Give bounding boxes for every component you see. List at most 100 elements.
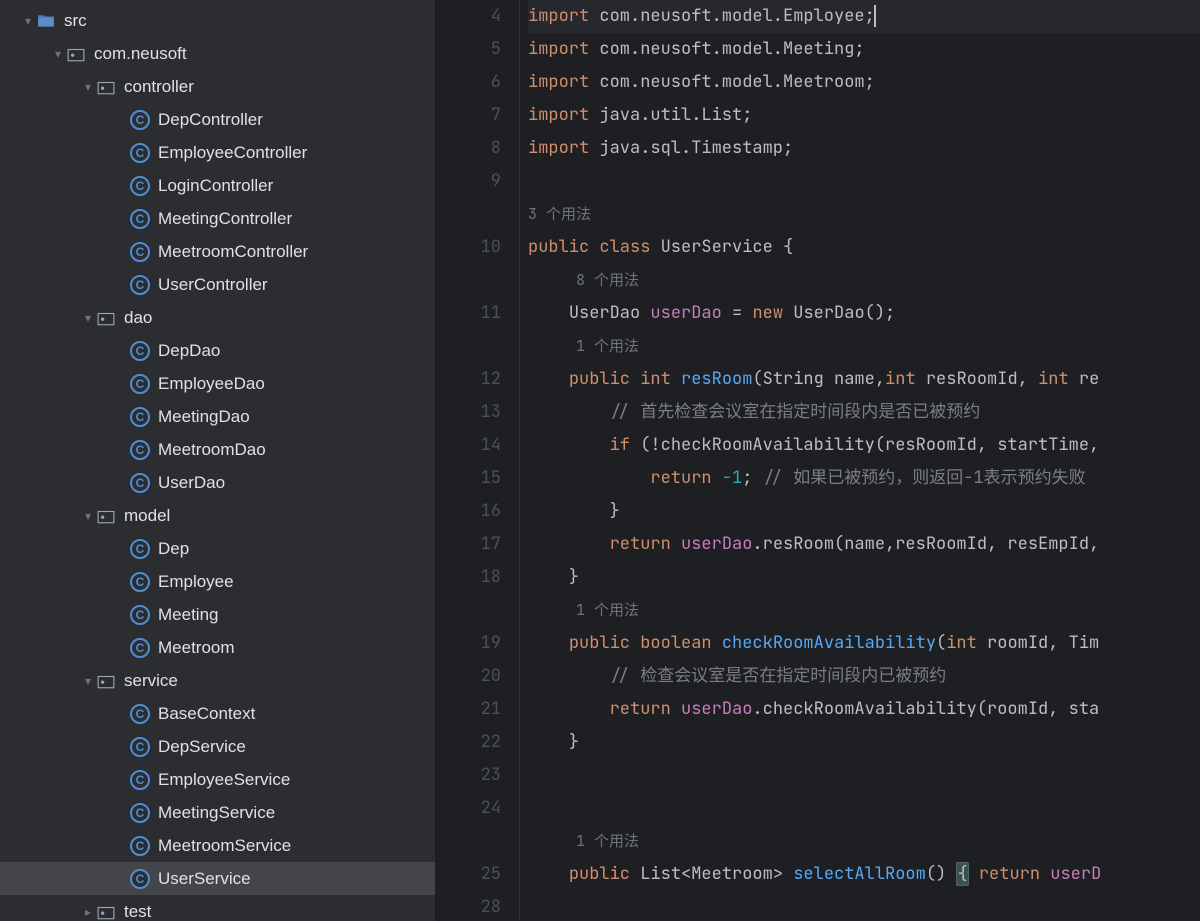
- tree-package-model[interactable]: ▾ model: [0, 499, 435, 532]
- tree-class-meetingdao[interactable]: CMeetingDao: [0, 400, 435, 433]
- line-number: 7: [435, 99, 501, 132]
- class-icon: C: [130, 341, 150, 361]
- chevron-down-icon: ▾: [80, 80, 96, 94]
- package-icon: [66, 44, 86, 64]
- class-icon: C: [130, 242, 150, 262]
- tree-package-root[interactable]: ▾ com.neusoft: [0, 37, 435, 70]
- chevron-down-icon: ▾: [80, 509, 96, 523]
- tree-class-meetroomservice[interactable]: CMeetroomService: [0, 829, 435, 862]
- line-number: 9: [435, 165, 501, 198]
- code-line[interactable]: [528, 165, 1200, 198]
- code-line[interactable]: import java.sql.Timestamp;: [528, 132, 1200, 165]
- line-number: 16: [435, 495, 501, 528]
- line-number: 14: [435, 429, 501, 462]
- code-line[interactable]: }: [528, 561, 1200, 594]
- usage-hint[interactable]: 3 个用法: [528, 198, 1200, 231]
- code-line[interactable]: UserDao userDao = new UserDao();: [528, 297, 1200, 330]
- usage-hint[interactable]: 8 个用法: [528, 264, 1200, 297]
- usage-hint[interactable]: 1 个用法: [528, 330, 1200, 363]
- tree-package-controller[interactable]: ▾ controller: [0, 70, 435, 103]
- tree-class-employeeservice[interactable]: CEmployeeService: [0, 763, 435, 796]
- code-line[interactable]: public boolean checkRoomAvailability(int…: [528, 627, 1200, 660]
- tree-class-depdao[interactable]: C DepDao: [0, 334, 435, 367]
- tree-class-userdao[interactable]: CUserDao: [0, 466, 435, 499]
- code-line[interactable]: import com.neusoft.model.Meetroom;: [528, 66, 1200, 99]
- code-line[interactable]: public int resRoom(String name,int resRo…: [528, 363, 1200, 396]
- code-line[interactable]: import com.neusoft.model.Employee;: [528, 0, 1200, 33]
- code-line[interactable]: }: [528, 495, 1200, 528]
- code-line[interactable]: return -1; // 如果已被预约，则返回-1表示预约失败: [528, 462, 1200, 495]
- code-line[interactable]: return userDao.resRoom(name,resRoomId, r…: [528, 528, 1200, 561]
- folder-icon: [36, 11, 56, 31]
- project-tree[interactable]: ▾ src ▾ com.neusoft ▾ controller CDepCon…: [0, 0, 435, 921]
- line-number: 19: [435, 627, 501, 660]
- tree-label: controller: [124, 77, 194, 97]
- tree-class-meetroom[interactable]: CMeetroom: [0, 631, 435, 664]
- chevron-down-icon: ▾: [50, 47, 66, 61]
- tree-class-logincontroller[interactable]: CLoginController: [0, 169, 435, 202]
- code-line[interactable]: [528, 792, 1200, 825]
- code-line[interactable]: import java.util.List;: [528, 99, 1200, 132]
- tree-label: DepService: [158, 737, 246, 757]
- tree-class-meeting[interactable]: CMeeting: [0, 598, 435, 631]
- line-number: 23: [435, 759, 501, 792]
- code-line[interactable]: }: [528, 726, 1200, 759]
- chevron-down-icon: ▾: [20, 14, 36, 28]
- tree-package-test[interactable]: ▸ test: [0, 895, 435, 921]
- tree-class-depservice[interactable]: CDepService: [0, 730, 435, 763]
- code-editor[interactable]: 4 5 6 7 8 9 10 11 12 13 14 15 16 17 18 1…: [435, 0, 1200, 921]
- code-line[interactable]: if (!checkRoomAvailability(resRoomId, st…: [528, 429, 1200, 462]
- tree-class-userservice[interactable]: CUserService: [0, 862, 435, 895]
- tree-class-employeecontroller[interactable]: CEmployeeController: [0, 136, 435, 169]
- chevron-down-icon: ▾: [80, 674, 96, 688]
- code-line[interactable]: [528, 891, 1200, 921]
- line-number: [435, 330, 501, 363]
- usage-hint[interactable]: 1 个用法: [528, 825, 1200, 858]
- tree-folder-src[interactable]: ▾ src: [0, 4, 435, 37]
- tree-class-usercontroller[interactable]: CUserController: [0, 268, 435, 301]
- tree-class-meetingcontroller[interactable]: CMeetingController: [0, 202, 435, 235]
- line-number: 13: [435, 396, 501, 429]
- tree-class-meetingservice[interactable]: C MeetingService: [0, 796, 435, 829]
- class-icon: C: [130, 836, 150, 856]
- code-line[interactable]: return userDao.checkRoomAvailability(roo…: [528, 693, 1200, 726]
- class-icon: C: [130, 473, 150, 493]
- class-icon: C: [130, 638, 150, 658]
- class-icon: C: [130, 605, 150, 625]
- tree-label: MeetingService: [158, 803, 275, 823]
- code-line[interactable]: [528, 759, 1200, 792]
- tree-package-dao[interactable]: ▾ dao: [0, 301, 435, 334]
- code-line[interactable]: // 检查会议室是否在指定时间段内已被预约: [528, 660, 1200, 693]
- tree-label: EmployeeController: [158, 143, 307, 163]
- tree-label: Employee: [158, 572, 234, 592]
- code-line[interactable]: import com.neusoft.model.Meeting;: [528, 33, 1200, 66]
- line-number: 11: [435, 297, 501, 330]
- line-number: 10: [435, 231, 501, 264]
- code-line[interactable]: // 首先检查会议室在指定时间段内是否已被预约: [528, 396, 1200, 429]
- line-number: 17: [435, 528, 501, 561]
- tree-class-dep[interactable]: CDep: [0, 532, 435, 565]
- tree-class-basecontext[interactable]: CBaseContext: [0, 697, 435, 730]
- tree-class-depcontroller[interactable]: CDepController: [0, 103, 435, 136]
- tree-label: MeetroomDao: [158, 440, 266, 460]
- tree-class-employee[interactable]: CEmployee: [0, 565, 435, 598]
- class-icon: C: [130, 704, 150, 724]
- code-area[interactable]: import com.neusoft.model.Employee; impor…: [520, 0, 1200, 921]
- usage-hint[interactable]: 1 个用法: [528, 594, 1200, 627]
- line-number: 6: [435, 66, 501, 99]
- tree-label: DepDao: [158, 341, 220, 361]
- tree-label: src: [64, 11, 87, 31]
- tree-label: test: [124, 902, 151, 921]
- tree-class-meetroomdao[interactable]: CMeetroomDao: [0, 433, 435, 466]
- class-icon: C: [130, 374, 150, 394]
- code-line[interactable]: public class UserService {: [528, 231, 1200, 264]
- line-number: 25: [435, 858, 501, 891]
- tree-class-meetroomcontroller[interactable]: CMeetroomController: [0, 235, 435, 268]
- tree-class-employeedao[interactable]: CEmployeeDao: [0, 367, 435, 400]
- class-icon: C: [130, 110, 150, 130]
- code-line[interactable]: public List<Meetroom> selectAllRoom() { …: [528, 858, 1200, 891]
- tree-package-service[interactable]: ▾ service: [0, 664, 435, 697]
- tree-label: dao: [124, 308, 152, 328]
- class-icon: C: [130, 803, 150, 823]
- tree-label: Dep: [158, 539, 189, 559]
